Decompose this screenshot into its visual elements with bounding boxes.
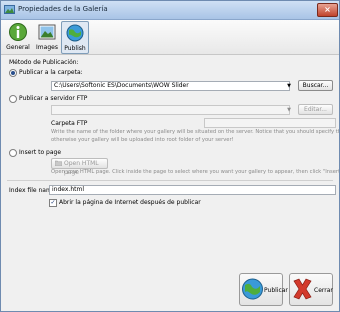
ftp-folder-field[interactable] bbox=[204, 118, 336, 128]
publish-button[interactable]: Publicar bbox=[239, 273, 288, 306]
publish-button-label: Publicar bbox=[264, 287, 288, 294]
publish-folder-radio[interactable] bbox=[9, 69, 17, 77]
images-icon bbox=[38, 24, 56, 40]
tab-images[interactable]: Images bbox=[34, 21, 60, 52]
browse-button[interactable]: Buscar... bbox=[298, 80, 333, 91]
folder-icon bbox=[55, 160, 62, 166]
tab-publish-label: Publish bbox=[64, 45, 86, 52]
ftp-description-line-2: otherwise your gallery will be uploaded … bbox=[51, 137, 234, 143]
tab-publish[interactable]: Publish bbox=[61, 21, 89, 54]
ftp-server-select[interactable] bbox=[51, 105, 290, 115]
window-close-button[interactable]: × bbox=[317, 3, 338, 17]
insert-page-label: Insert to page bbox=[19, 149, 62, 156]
publish-folder-label: Publicar a la carpeta: bbox=[19, 69, 83, 76]
globe-icon bbox=[242, 278, 263, 300]
ftp-folder-label: Carpeta FTP bbox=[51, 120, 88, 127]
publish-ftp-radio[interactable] bbox=[9, 95, 17, 103]
close-button[interactable]: Cerrar bbox=[289, 273, 333, 306]
gallery-app-icon bbox=[4, 5, 15, 14]
tab-general[interactable]: General bbox=[5, 21, 31, 52]
open-browser-label: Abrir la página de Internet después de p… bbox=[59, 199, 201, 206]
publish-ftp-label: Publicar a servidor FTP bbox=[19, 95, 88, 102]
ftp-edit-button[interactable]: Editar... bbox=[298, 104, 333, 115]
index-file-field[interactable]: index.html bbox=[49, 185, 336, 195]
chevron-down-icon[interactable]: ▼ bbox=[285, 82, 293, 90]
chevron-down-icon[interactable]: ▼ bbox=[285, 106, 293, 114]
window-title: Propiedades de la Galería bbox=[18, 5, 108, 13]
gallery-properties-window: Propiedades de la Galería × General Imag… bbox=[0, 0, 340, 312]
globe-icon bbox=[66, 24, 84, 42]
red-x-icon bbox=[293, 278, 312, 300]
insert-description: Open your HTML page. Click inside the pa… bbox=[51, 169, 340, 175]
ftp-description-line-1: Write the name of the folder where your … bbox=[51, 129, 340, 135]
insert-page-radio[interactable] bbox=[9, 149, 17, 157]
divider bbox=[7, 180, 333, 181]
info-icon bbox=[9, 23, 27, 41]
folder-path-field[interactable]: C:\Users\Softonic ES\Documents\WOW Slide… bbox=[51, 81, 290, 91]
open-browser-checkbox[interactable]: ✓ bbox=[49, 199, 57, 207]
title-bar: Propiedades de la Galería × bbox=[1, 1, 339, 20]
close-button-label: Cerrar bbox=[314, 287, 333, 294]
toolbar: General Images Publish bbox=[1, 20, 339, 55]
publication-method-label: Método de Publicación: bbox=[9, 59, 79, 66]
